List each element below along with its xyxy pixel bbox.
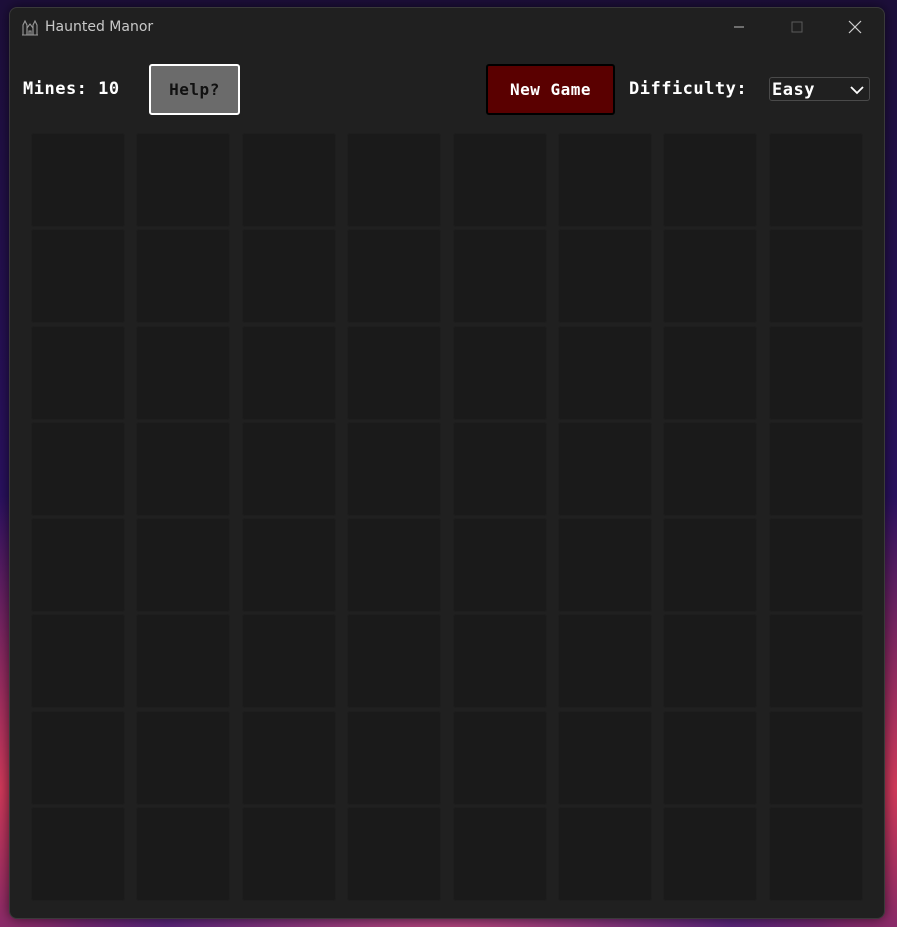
board-cell[interactable] (663, 807, 758, 902)
board-cell[interactable] (557, 421, 652, 516)
app-window: Haunted Manor Mines: 10 Help? New Game D… (9, 7, 885, 919)
board-cell[interactable] (557, 229, 652, 324)
window-title: Haunted Manor (45, 19, 154, 35)
board-cell[interactable] (663, 133, 758, 227)
board-cell[interactable] (557, 710, 652, 805)
board-cell[interactable] (452, 518, 547, 613)
board-cell[interactable] (241, 229, 336, 324)
board-cell[interactable] (31, 807, 125, 902)
help-button[interactable]: Help? (149, 64, 240, 115)
board-cell[interactable] (663, 614, 758, 709)
board-cell[interactable] (31, 710, 125, 805)
board-cell[interactable] (31, 614, 125, 709)
board-cell[interactable] (241, 133, 336, 227)
board-cell[interactable] (663, 325, 758, 420)
board-cell[interactable] (452, 614, 547, 709)
board-cell[interactable] (768, 807, 863, 902)
board-cell[interactable] (768, 229, 863, 324)
board-cell[interactable] (768, 614, 863, 709)
difficulty-label: Difficulty: (629, 79, 748, 99)
board-cell[interactable] (347, 421, 442, 516)
board-cell[interactable] (347, 710, 442, 805)
board-cell[interactable] (31, 518, 125, 613)
title-bar[interactable]: Haunted Manor (10, 8, 884, 46)
board-cell[interactable] (557, 325, 652, 420)
board-cell[interactable] (136, 518, 231, 613)
board-cell[interactable] (452, 325, 547, 420)
board-cell[interactable] (241, 807, 336, 902)
board-cell[interactable] (768, 421, 863, 516)
board-cell[interactable] (557, 614, 652, 709)
board-cell[interactable] (31, 421, 125, 516)
board-cell[interactable] (452, 710, 547, 805)
new-game-button[interactable]: New Game (486, 64, 615, 115)
minimize-icon (734, 26, 744, 28)
board-cell[interactable] (31, 133, 125, 227)
board-cell[interactable] (347, 614, 442, 709)
maximize-icon (791, 21, 803, 33)
board-cell[interactable] (347, 518, 442, 613)
board-cell[interactable] (136, 229, 231, 324)
board-cell[interactable] (241, 421, 336, 516)
difficulty-selected-value: Easy (772, 80, 815, 100)
board-cell[interactable] (136, 421, 231, 516)
minimize-button[interactable] (716, 8, 762, 46)
board-cell[interactable] (768, 518, 863, 613)
board-cell[interactable] (347, 229, 442, 324)
board-cell[interactable] (241, 614, 336, 709)
haunted-manor-icon (21, 18, 39, 36)
board-cell[interactable] (136, 807, 231, 902)
mines-counter: Mines: 10 (23, 79, 120, 99)
board-cell[interactable] (347, 807, 442, 902)
close-icon (848, 20, 862, 34)
difficulty-select[interactable]: Easy (769, 77, 870, 101)
board-cell[interactable] (663, 710, 758, 805)
board-cell[interactable] (557, 807, 652, 902)
game-toolbar: Mines: 10 Help? New Game Difficulty: Eas… (10, 58, 884, 120)
board-cell[interactable] (452, 133, 547, 227)
board-cell[interactable] (663, 421, 758, 516)
board-cell[interactable] (768, 325, 863, 420)
board-cell[interactable] (557, 133, 652, 227)
maximize-button[interactable] (774, 8, 820, 46)
board-cell[interactable] (31, 229, 125, 324)
board-cell[interactable] (241, 710, 336, 805)
board-cell[interactable] (452, 229, 547, 324)
board-cell[interactable] (452, 807, 547, 902)
board-cell[interactable] (663, 518, 758, 613)
board-cell[interactable] (452, 421, 547, 516)
board-cell[interactable] (768, 133, 863, 227)
minefield-grid (31, 133, 863, 902)
board-cell[interactable] (241, 518, 336, 613)
board-cell[interactable] (136, 133, 231, 227)
chevron-down-icon (850, 86, 864, 95)
board-cell[interactable] (347, 325, 442, 420)
board-cell[interactable] (136, 325, 231, 420)
board-cell[interactable] (241, 325, 336, 420)
board-cell[interactable] (557, 518, 652, 613)
close-button[interactable] (832, 8, 878, 46)
board-cell[interactable] (768, 710, 863, 805)
board-cell[interactable] (136, 614, 231, 709)
board-cell[interactable] (347, 133, 442, 227)
board-cell[interactable] (31, 325, 125, 420)
board-cell[interactable] (663, 229, 758, 324)
board-cell[interactable] (136, 710, 231, 805)
